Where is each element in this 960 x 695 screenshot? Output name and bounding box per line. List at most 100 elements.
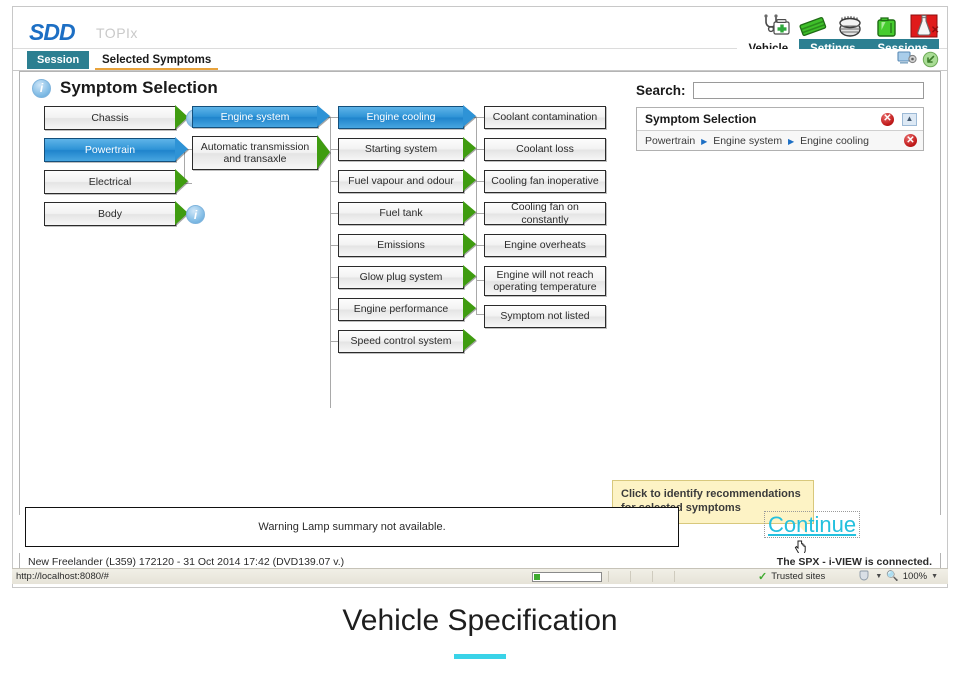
node-label: Body <box>98 207 122 220</box>
status-url: http://localhost:8080/# <box>16 571 109 582</box>
node-label: Automatic transmission and transaxle <box>200 140 310 165</box>
node-label: Electrical <box>88 175 132 188</box>
node-label: Engine system <box>220 110 290 123</box>
tree-node-chassis[interactable]: Chassis <box>44 105 189 132</box>
connector <box>330 277 338 278</box>
node-label: Fuel vapour and odour <box>348 175 454 188</box>
tree-node-fuel-tank[interactable]: Fuel tank <box>338 201 477 228</box>
browser-status-bar: http://localhost:8080/# ✓ Trusted sites … <box>12 568 948 584</box>
tree-node-symptom-not-listed[interactable]: Symptom not listed <box>484 305 606 328</box>
tree-node-glow-plug-system[interactable]: Glow plug system <box>338 265 477 292</box>
fuel-can-icon[interactable] <box>872 13 902 39</box>
connector <box>476 314 484 315</box>
tab-selected-symptoms[interactable]: Selected Symptoms <box>95 51 219 70</box>
node-label: Starting system <box>364 143 438 156</box>
connector <box>330 341 338 342</box>
security-zone[interactable]: ✓ Trusted sites <box>758 570 825 583</box>
svg-text:✕: ✕ <box>931 25 939 36</box>
selection-panel-header: Symptom Selection ✕ ▲ <box>637 108 923 131</box>
tree-node-engine-overheats[interactable]: Engine overheats <box>484 234 606 257</box>
tree-node-fuel-vapour-and-odour[interactable]: Fuel vapour and odour <box>338 169 477 196</box>
selection-panel-title: Symptom Selection <box>645 112 757 126</box>
search-row: Search: <box>636 82 924 99</box>
chevron-down-icon[interactable]: ▼ <box>875 573 882 580</box>
node-label: Fuel tank <box>379 207 423 220</box>
application-window: SDD TOPIx ✕ Session Selected Symptoms i … <box>12 6 948 588</box>
tree-node-body[interactable]: Body <box>44 201 189 228</box>
tree-column-system: Chassis Powertrain Electrical Body <box>44 105 189 234</box>
search-label: Search: <box>636 83 686 98</box>
connector <box>330 117 338 118</box>
tree-node-emissions[interactable]: Emissions <box>338 233 477 260</box>
node-label: Cooling fan on constantly <box>511 201 579 226</box>
connector <box>476 149 484 150</box>
zoom-level-label: 100% <box>902 571 928 582</box>
diagnostics-icon[interactable] <box>761 13 791 39</box>
status-cells <box>608 571 696 582</box>
screen-share-icon[interactable] <box>897 50 917 73</box>
connector <box>476 181 484 182</box>
topix-logo: TOPIx <box>96 25 138 41</box>
brand-header: SDD TOPIx ✕ <box>13 7 947 58</box>
close-icon[interactable]: ✕ <box>881 112 894 126</box>
info-icon: i <box>32 78 51 98</box>
breadcrumb-item-1: Powertrain <box>645 134 696 147</box>
node-label: Powertrain <box>84 143 136 156</box>
tree-node-powertrain[interactable]: Powertrain <box>44 137 189 164</box>
breadcrumb-separator: ▶ <box>701 136 708 146</box>
fluid-bottle-icon[interactable]: ✕ <box>909 13 939 39</box>
status-cell <box>608 571 630 582</box>
node-label: Engine overheats <box>504 239 586 252</box>
tree-node-coolant-loss[interactable]: Coolant loss <box>484 138 606 161</box>
tree-node-engine-will-not-reach-operating-temperature[interactable]: Engine will not reach operating temperat… <box>484 266 606 296</box>
warning-lamp-text: Warning Lamp summary not available. <box>258 521 446 533</box>
node-label: Glow plug system <box>359 271 443 284</box>
search-input[interactable] <box>692 82 924 99</box>
connector <box>476 245 484 246</box>
chevron-up-icon[interactable]: ▲ <box>902 112 917 126</box>
tyre-icon[interactable] <box>835 13 865 39</box>
tree-node-engine-system[interactable]: Engine system <box>192 105 331 130</box>
zoom-control[interactable]: ▼ 🔍 100% ▼ <box>858 570 948 584</box>
connector <box>476 213 484 214</box>
vehicle-info-text: New Freelander (L359) 172120 - 31 Oct 20… <box>28 555 345 568</box>
tree-node-coolant-contamination[interactable]: Coolant contamination <box>484 106 606 129</box>
selected-symptoms-panel: Symptom Selection ✕ ▲ Powertrain ▶ Engin… <box>636 107 924 151</box>
check-icon: ✓ <box>758 571 768 583</box>
chevron-down-icon[interactable]: ▼ <box>931 573 938 580</box>
breadcrumb: Powertrain ▶ Engine system ▶ Engine cool… <box>645 135 904 147</box>
tab-session[interactable]: Session <box>27 51 90 69</box>
node-label: Coolant loss <box>516 143 574 156</box>
tree-node-starting-system[interactable]: Starting system <box>338 137 477 164</box>
tree-node-engine-cooling[interactable]: Engine cooling <box>338 105 477 132</box>
page-title-row: i Symptom Selection <box>32 78 218 98</box>
continue-button[interactable]: Continue <box>764 511 861 538</box>
magnifier-icon: 🔍 <box>886 571 899 582</box>
node-label: Symptom not listed <box>500 310 590 323</box>
tree-node-automatic-transmission-and-transaxle[interactable]: Automatic transmission and transaxle <box>192 135 331 172</box>
tree-column-component: Engine cooling Starting system Fuel vapo… <box>338 105 477 362</box>
security-zone-label: Trusted sites <box>771 571 826 582</box>
breadcrumb-item-2: Engine system <box>713 134 783 147</box>
battery-icon[interactable] <box>798 13 828 39</box>
selection-breadcrumb-row[interactable]: Powertrain ▶ Engine system ▶ Engine cool… <box>637 131 923 150</box>
node-label: Engine cooling <box>366 111 436 124</box>
tree-node-engine-performance[interactable]: Engine performance <box>338 297 477 324</box>
connector <box>330 213 338 214</box>
info-icon-body[interactable]: i <box>186 205 205 224</box>
remove-selection-icon[interactable]: ✕ <box>904 134 917 147</box>
connector <box>330 181 338 182</box>
tree-node-cooling-fan-on-constantly[interactable]: Cooling fan on constantly <box>484 201 606 226</box>
caption-underline <box>454 654 506 659</box>
connector <box>330 149 338 150</box>
tree-node-electrical[interactable]: Electrical <box>44 169 189 196</box>
bottom-strip: Warning Lamp summary not available. Cont… <box>19 507 941 547</box>
refresh-icon[interactable] <box>922 51 939 73</box>
connector <box>330 245 338 246</box>
continue-link-label[interactable]: Continue <box>768 512 856 537</box>
tree-node-speed-control-system[interactable]: Speed control system <box>338 329 477 356</box>
tooltip-line-1: Click to identify recommendations <box>621 488 801 500</box>
connector <box>476 280 484 281</box>
tree-node-cooling-fan-inoperative[interactable]: Cooling fan inoperative <box>484 170 606 193</box>
shield-icon <box>858 570 871 584</box>
